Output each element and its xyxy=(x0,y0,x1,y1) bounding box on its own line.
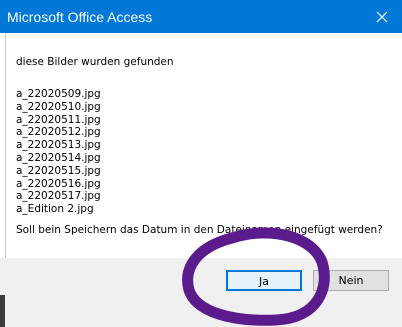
window-title: Microsoft Office Access xyxy=(7,9,153,25)
message-intro: diese Bilder wurden gefunden xyxy=(16,56,174,68)
dialog-left-border xyxy=(5,33,6,295)
no-button[interactable]: Nein xyxy=(313,270,389,291)
close-icon xyxy=(376,11,388,22)
file-list-item: a_22020512.jpg xyxy=(16,126,101,139)
file-list-item: a_22020511.jpg xyxy=(16,113,101,126)
file-list-item: a_22020517.jpg xyxy=(16,190,101,203)
file-list-item: a_Edition 2.jpg xyxy=(16,203,94,216)
file-list-item: a_22020514.jpg xyxy=(16,151,101,164)
background-window-edge xyxy=(0,295,5,327)
message-dialog: Microsoft Office Access diese Bilder wur… xyxy=(0,0,402,327)
message-question: Soll bein Speichern das Datum in den Dat… xyxy=(16,224,383,236)
file-list-item: a_22020513.jpg xyxy=(16,139,101,152)
file-list-item: a_22020516.jpg xyxy=(16,177,101,190)
yes-button[interactable]: Ja xyxy=(226,270,302,291)
file-list-item: a_22020515.jpg xyxy=(16,164,101,177)
file-list-item: a_22020510.jpg xyxy=(16,100,101,113)
message-body: diese Bilder wurden gefunden a_22020509.… xyxy=(16,55,392,216)
title-bar[interactable]: Microsoft Office Access xyxy=(0,0,402,33)
close-button[interactable] xyxy=(362,0,402,33)
file-list: a_22020509.jpg a_22020510.jpg a_22020511… xyxy=(16,88,392,216)
button-bar: Ja Nein xyxy=(0,258,402,327)
file-list-item: a_22020509.jpg xyxy=(16,88,101,100)
